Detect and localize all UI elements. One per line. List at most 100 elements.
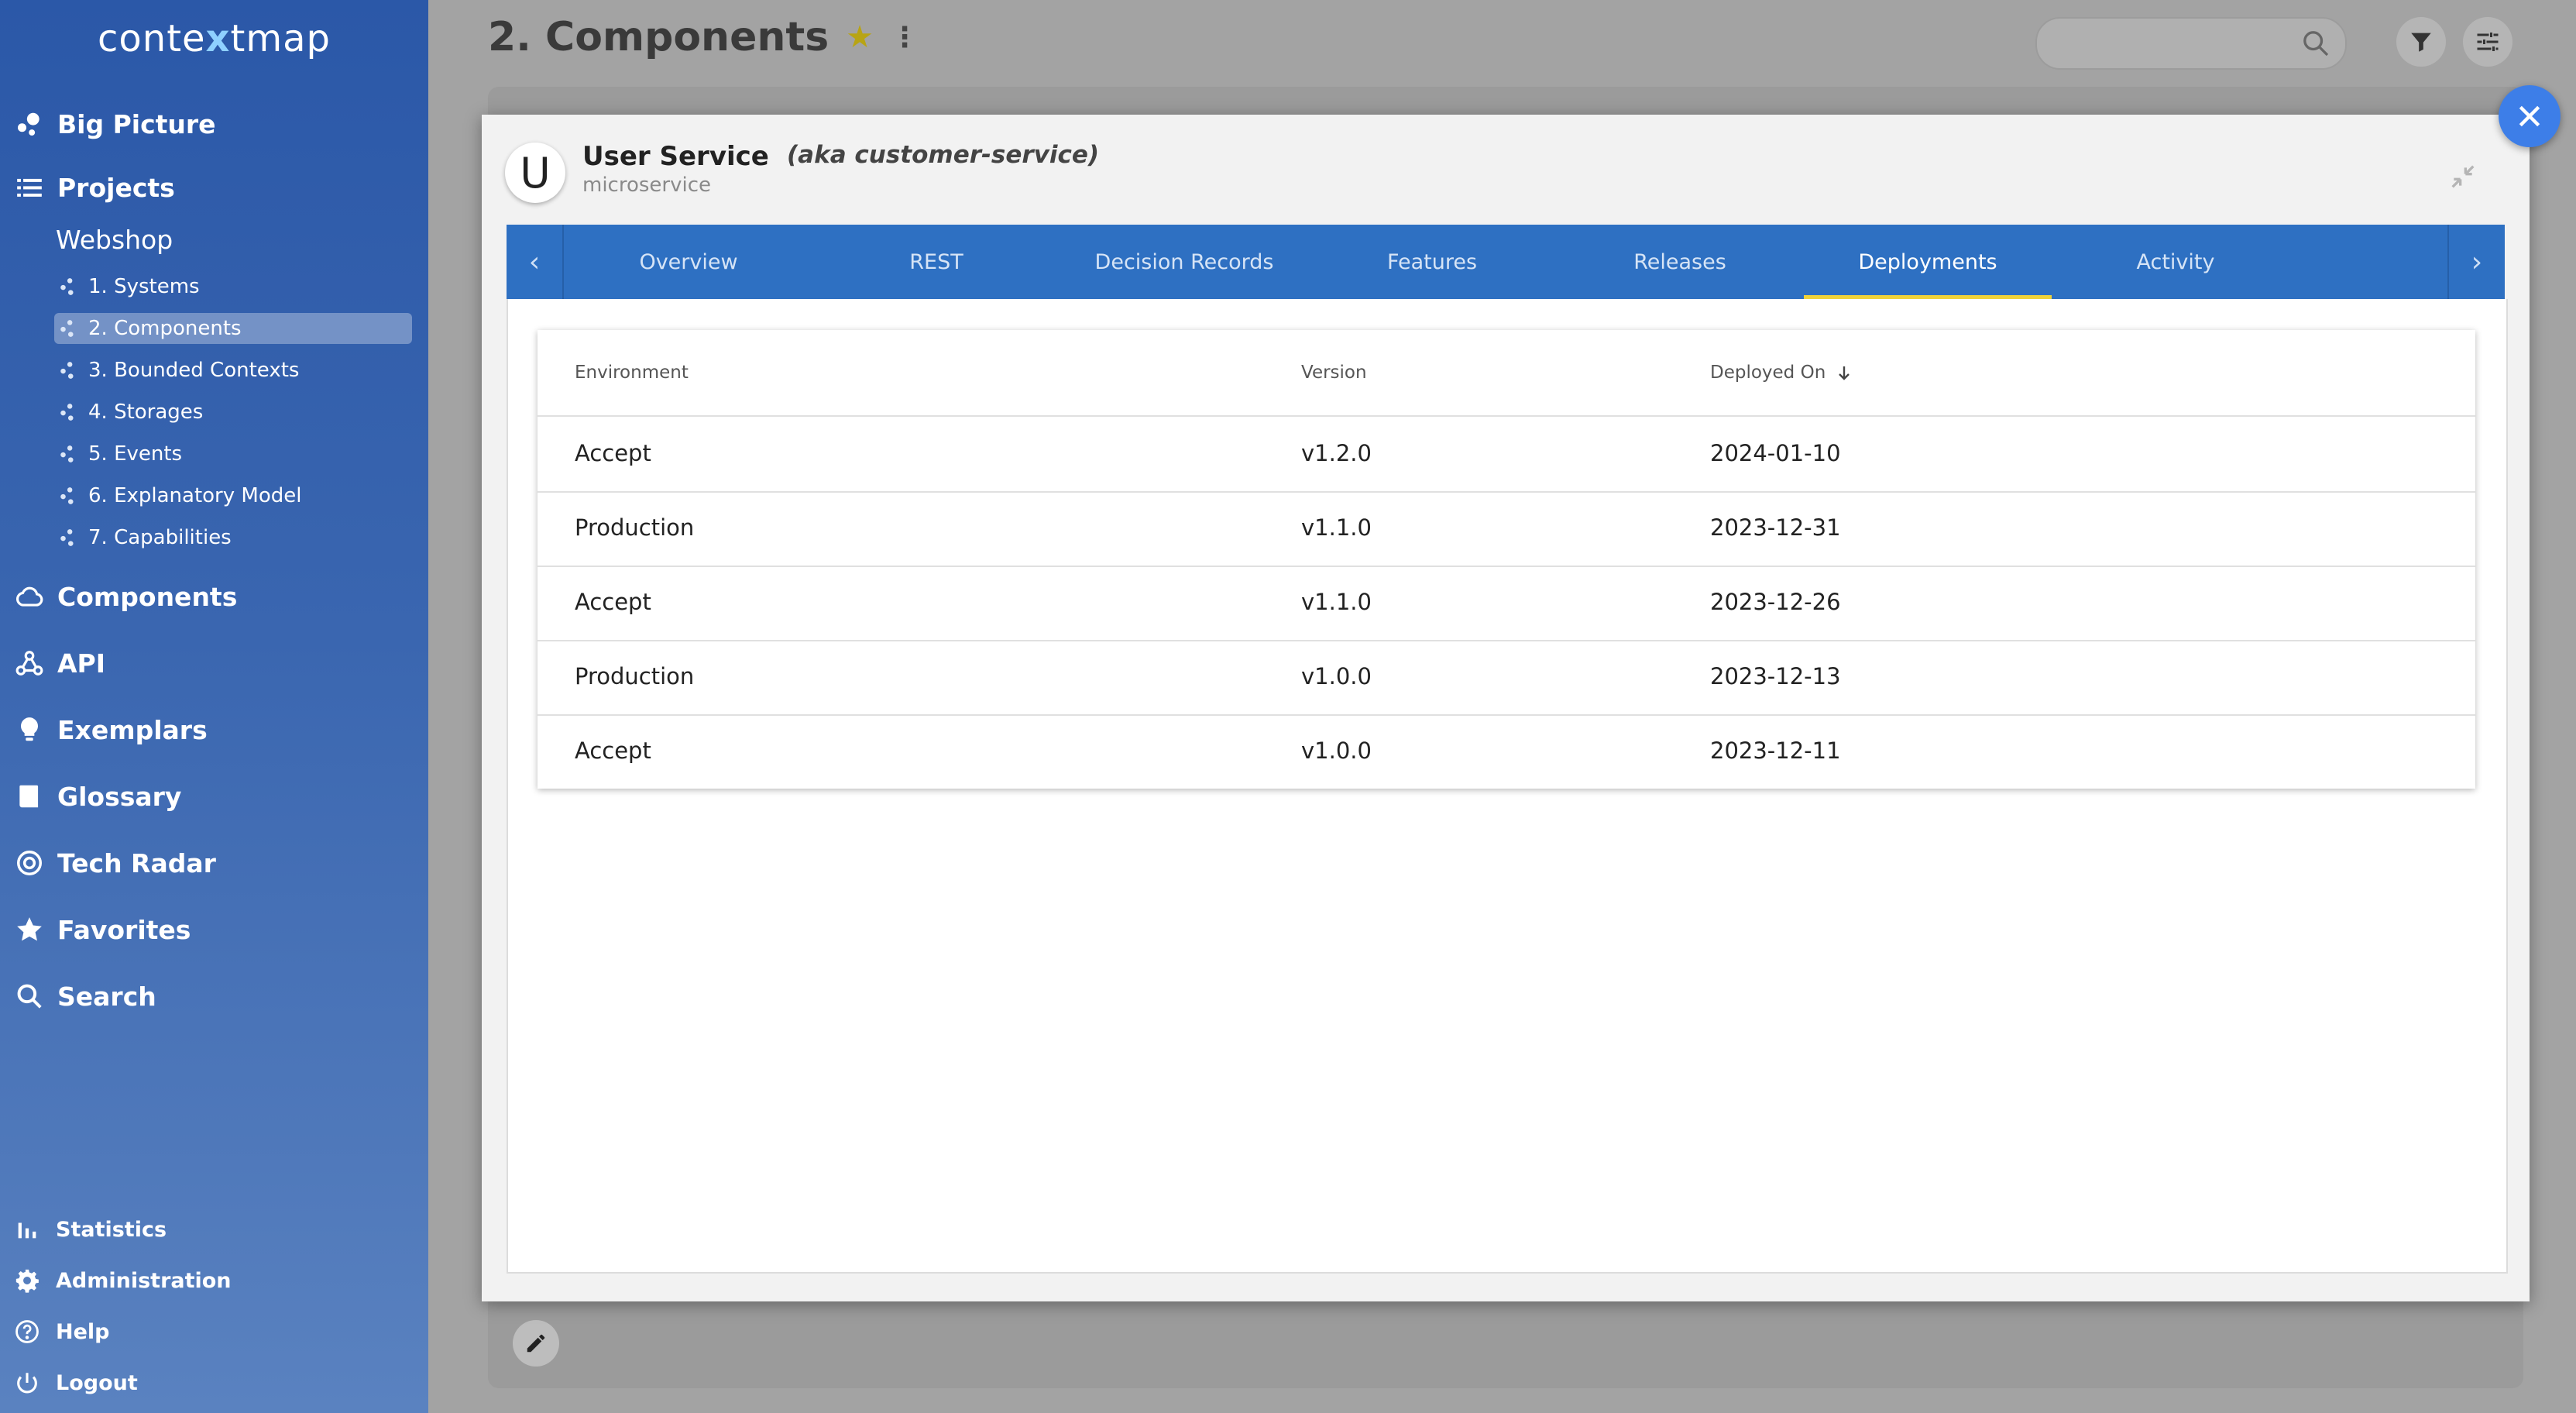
- app-logo[interactable]: conte x tmap: [0, 0, 428, 77]
- filter-button[interactable]: [2396, 17, 2446, 67]
- cell-deployed-on: 2023-12-26: [1710, 589, 1841, 615]
- nav-exemplars-label: Exemplars: [57, 714, 208, 745]
- radar-icon: [14, 847, 45, 878]
- nav-exemplars[interactable]: Exemplars: [14, 714, 208, 745]
- tab-overview[interactable]: Overview: [565, 225, 812, 299]
- service-detail-modal: U User Service microservice (aka custome…: [482, 115, 2530, 1301]
- sub-item-components[interactable]: 2. Components: [54, 313, 412, 344]
- cell-version: v1.0.0: [1301, 663, 1372, 689]
- header-deployed-on-label: Deployed On: [1710, 363, 1826, 383]
- nodes-icon: [54, 318, 82, 339]
- table-row[interactable]: Production v1.0.0 2023-12-13: [538, 640, 2475, 716]
- nav-big-picture[interactable]: Big Picture: [14, 108, 216, 139]
- list-icon: [14, 172, 45, 203]
- table-row[interactable]: Accept v1.1.0 2023-12-26: [538, 566, 2475, 641]
- nav-components-label: Components: [57, 581, 238, 612]
- nav-api[interactable]: API: [14, 648, 105, 679]
- tab-features[interactable]: Features: [1308, 225, 1556, 299]
- tab-decision-records[interactable]: Decision Records: [1060, 225, 1308, 299]
- power-icon: [17, 1373, 37, 1394]
- settings-button[interactable]: [2463, 17, 2512, 67]
- edit-button[interactable]: [513, 1320, 559, 1367]
- nav-components[interactable]: Components: [14, 581, 237, 612]
- nav-help[interactable]: Help: [14, 1318, 110, 1345]
- nav-glossary-label: Glossary: [57, 781, 182, 812]
- sub-item-label: 1. Systems: [88, 275, 200, 298]
- search-icon: [14, 981, 45, 1012]
- header-version[interactable]: Version: [1301, 363, 1367, 383]
- tab-rest[interactable]: REST: [812, 225, 1060, 299]
- service-type: microservice: [582, 174, 712, 197]
- cell-version: v1.2.0: [1301, 440, 1372, 466]
- avatar: U: [505, 143, 565, 203]
- sidebar: conte x tmap Big Picture Projects Webshop …: [0, 0, 428, 1413]
- sub-item-label: 6. Explanatory Model: [88, 484, 302, 507]
- collapse-icon[interactable]: [2447, 161, 2478, 195]
- cell-deployed-on: 2023-12-13: [1710, 663, 1841, 689]
- nav-statistics[interactable]: Statistics: [14, 1216, 167, 1243]
- webhook-icon: [14, 648, 45, 679]
- service-name: User Service: [582, 141, 769, 172]
- cell-environment: Accept: [575, 737, 651, 764]
- tab-scroll-right-icon[interactable]: ›: [2447, 225, 2505, 299]
- sub-item-label: 2. Components: [88, 317, 242, 340]
- cell-environment: Accept: [575, 440, 651, 466]
- deployments-panel: Environment Version Deployed On Accept v…: [507, 299, 2508, 1274]
- sub-item-label: 3. Bounded Contexts: [88, 359, 300, 382]
- nav-tech-radar-label: Tech Radar: [57, 847, 216, 878]
- tab-bar: ‹ Overview REST Decision Records Feature…: [507, 225, 2505, 299]
- nav-administration-label: Administration: [56, 1268, 232, 1293]
- nodes-icon: [54, 277, 82, 297]
- favorite-star-icon[interactable]: ★: [846, 19, 874, 55]
- cell-environment: Production: [575, 663, 695, 689]
- search-input[interactable]: [2035, 17, 2347, 70]
- nav-search-label: Search: [57, 981, 156, 1012]
- sub-item-storages[interactable]: 4. Storages: [54, 397, 412, 428]
- nav-logout[interactable]: Logout: [14, 1370, 138, 1396]
- more-menu-icon[interactable]: ⋮: [891, 22, 919, 53]
- filter-icon: [2411, 33, 2431, 52]
- sub-item-events[interactable]: 5. Events: [54, 438, 412, 469]
- table-row[interactable]: Production v1.1.0 2023-12-31: [538, 491, 2475, 567]
- bubbles-icon: [14, 108, 45, 139]
- project-webshop[interactable]: Webshop: [56, 225, 173, 255]
- sub-item-explanatory-model[interactable]: 6. Explanatory Model: [54, 480, 412, 511]
- nav-statistics-label: Statistics: [56, 1217, 167, 1242]
- close-icon: [2519, 105, 2540, 127]
- nav-administration[interactable]: Administration: [14, 1267, 232, 1294]
- close-modal-button[interactable]: [2499, 85, 2561, 147]
- sub-item-bounded-contexts[interactable]: 3. Bounded Contexts: [54, 355, 412, 386]
- book-icon: [14, 781, 45, 812]
- nav-api-label: API: [57, 648, 106, 679]
- tab-deployments[interactable]: Deployments: [1804, 225, 2052, 299]
- cell-deployed-on: 2023-12-11: [1710, 737, 1841, 764]
- nav-search[interactable]: Search: [14, 981, 156, 1012]
- cell-deployed-on: 2024-01-10: [1710, 440, 1841, 466]
- sub-item-capabilities[interactable]: 7. Capabilities: [54, 522, 412, 553]
- tab-releases[interactable]: Releases: [1556, 225, 1804, 299]
- page-title-text: 2. Components: [488, 14, 829, 60]
- cell-environment: Production: [575, 514, 695, 541]
- table-row[interactable]: Accept v1.2.0 2024-01-10: [538, 417, 2475, 493]
- logo-text-x: x: [205, 17, 231, 60]
- nav-logout-label: Logout: [56, 1370, 138, 1395]
- table-header: Environment Version Deployed On: [538, 330, 2475, 417]
- pencil-icon: [527, 1334, 545, 1353]
- header-deployed-on[interactable]: Deployed On: [1710, 363, 1853, 383]
- lightbulb-icon: [14, 714, 45, 745]
- nav-favorites[interactable]: Favorites: [14, 914, 191, 945]
- sub-item-systems[interactable]: 1. Systems: [54, 271, 412, 302]
- logo-text-pre: conte: [98, 17, 206, 60]
- header-environment[interactable]: Environment: [575, 363, 689, 383]
- tab-scroll-left-icon[interactable]: ‹: [507, 225, 564, 299]
- cell-version: v1.0.0: [1301, 737, 1372, 764]
- nodes-icon: [54, 402, 82, 422]
- nav-tech-radar[interactable]: Tech Radar: [14, 847, 216, 878]
- tab-activity[interactable]: Activity: [2052, 225, 2300, 299]
- logo-text-post: tmap: [230, 17, 331, 60]
- nav-projects[interactable]: Projects: [14, 172, 175, 203]
- table-row[interactable]: Accept v1.0.0 2023-12-11: [538, 714, 2475, 789]
- nodes-icon: [54, 444, 82, 464]
- nav-glossary[interactable]: Glossary: [14, 781, 181, 812]
- cloud-icon: [14, 581, 45, 612]
